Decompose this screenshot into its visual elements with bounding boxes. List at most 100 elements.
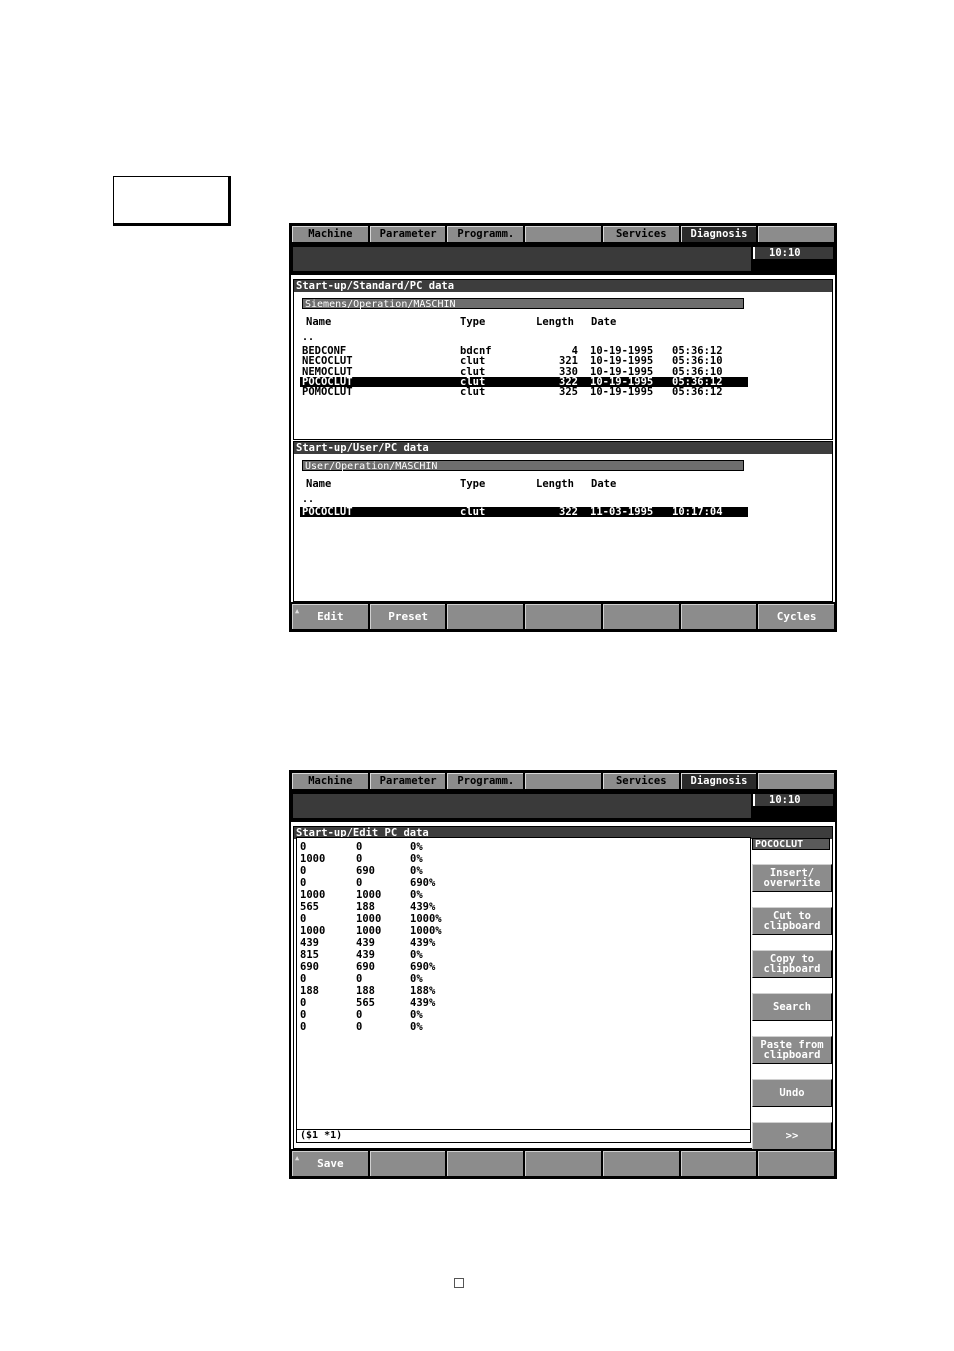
vkey-label-line: >> [785, 1130, 799, 1142]
file-row[interactable]: NECOCLUT clut 321 10-19-1995 05:36:10 [300, 355, 748, 368]
editor-value: 0 [300, 841, 307, 853]
tab-diagnosis[interactable]: Diagnosis [680, 773, 757, 789]
header-strip: 10:10 [291, 790, 835, 822]
main-menu: Machine Parameter Programm. Services Dia… [291, 772, 835, 790]
editor-value: 0 [356, 1009, 363, 1021]
header-strip: 10:10 [291, 243, 835, 275]
tab-machine[interactable]: Machine [292, 226, 368, 242]
file-time: 05:36:10 [672, 355, 723, 368]
cycles-button[interactable]: Cycles [758, 604, 835, 629]
editor-value: 439 [300, 937, 319, 949]
editor-value: 0% [410, 853, 423, 865]
softkey-5[interactable] [602, 1151, 679, 1176]
header-type: Type [460, 478, 486, 490]
file-name: NECOCLUT [302, 355, 353, 368]
save-button[interactable]: ▲ Save [292, 1151, 368, 1176]
tab-empty-1[interactable] [525, 226, 601, 242]
insert-overwrite-button[interactable]: Insert/overwrite [752, 864, 832, 892]
edit-screen: Machine Parameter Programm. Services Dia… [289, 770, 837, 1179]
softkey-2[interactable] [369, 1151, 446, 1176]
editor-value: 1000% [410, 925, 442, 937]
editor-value: 0% [410, 865, 423, 877]
header-name: Name [306, 478, 332, 490]
tab-diagnosis[interactable]: Diagnosis [680, 226, 757, 242]
tab-services[interactable]: Services [602, 773, 679, 789]
editor-value: 0 [300, 913, 307, 925]
editor-value: 0 [300, 865, 307, 877]
editor-value: 1000 [356, 913, 382, 925]
path-bar: Siemens/Operation/MASCHIN [302, 298, 744, 310]
undo-button[interactable]: Undo [752, 1079, 832, 1107]
cut-to-clipboard-button[interactable]: Cut to clipboard [752, 907, 832, 935]
user-pc-data-panel: Start-up/User/PC data User/Operation/MAS… [293, 441, 833, 602]
tab-machine[interactable]: Machine [292, 773, 368, 789]
horizontal-softkeys: ▲ Edit Preset Cycles [291, 602, 835, 630]
tab-parameter[interactable]: Parameter [369, 226, 446, 242]
edited-file-name: POCOCLUT [752, 838, 830, 850]
softkey-3[interactable] [447, 1151, 524, 1176]
search-button[interactable]: Search [752, 993, 832, 1021]
vkey-label-line: overwrite [763, 877, 821, 889]
message-area [293, 247, 751, 271]
header-length: Length [536, 478, 574, 490]
softkey-4[interactable] [525, 1151, 601, 1176]
preset-button[interactable]: Preset [369, 604, 446, 629]
header-date: Date [591, 316, 617, 328]
vkey-label-line: clipboard [763, 920, 821, 932]
editor-value: 1000 [356, 889, 382, 901]
file-name: POCOCLUT [302, 506, 353, 518]
file-type: clut [460, 506, 486, 518]
parent-dir[interactable]: .. [302, 332, 314, 343]
tab-services[interactable]: Services [602, 226, 679, 242]
parent-dir[interactable]: .. [302, 494, 314, 505]
editor-value: 0 [300, 1021, 307, 1033]
paste-from-clipboard-button[interactable]: Paste from clipboard [752, 1036, 832, 1064]
softkey-6[interactable] [680, 604, 757, 629]
editor-value: 690 [356, 961, 375, 973]
editor-value: 0% [410, 889, 423, 901]
editor-value: 0% [410, 973, 423, 985]
editor-value: 1000% [410, 913, 442, 925]
editor-value: 0 [300, 997, 307, 1009]
editor-value: 188% [410, 985, 436, 997]
edit-button[interactable]: ▲ Edit [292, 604, 368, 629]
file-row[interactable]: POCOCLUT clut 322 11-03-1995 10:17:04 [300, 507, 748, 517]
file-time: 10:17:04 [672, 506, 723, 518]
more-button[interactable]: >> [752, 1122, 832, 1150]
text-editor[interactable]: 0 0 0% 1000 0 0% 0 690 0% 0 0 690% 1000 1000 0% 565 188 4… [296, 837, 751, 1143]
editor-value: 690 [356, 865, 375, 877]
vkey-label-line: Undo [779, 1087, 805, 1099]
tab-program[interactable]: Programm. [447, 773, 524, 789]
editor-value: 0 [356, 877, 363, 889]
tab-empty-2[interactable] [758, 773, 835, 789]
editor-value: 0 [356, 1021, 363, 1033]
clock: 10:10 [753, 794, 833, 806]
editor-value: 439% [410, 901, 436, 913]
copy-to-clipboard-button[interactable]: Copy to clipboard [752, 950, 832, 978]
margin-note-box [113, 176, 231, 226]
clock: 10:10 [753, 247, 833, 259]
file-length: 325 [559, 386, 578, 399]
softkey-7[interactable] [758, 1151, 835, 1176]
file-length: 322 [559, 506, 578, 518]
file-list-screen: Machine Parameter Programm. Services Dia… [289, 223, 837, 632]
softkey-3[interactable] [447, 604, 524, 629]
editor-value: 0% [410, 1021, 423, 1033]
editor-value: 1000 [300, 925, 326, 937]
softkey-4[interactable] [525, 604, 601, 629]
file-row[interactable]: POMOCLUT clut 325 10-19-1995 05:36:12 [300, 386, 748, 399]
softkey-5[interactable] [602, 604, 679, 629]
editor-value: 0% [410, 841, 423, 853]
editor-value: 565 [300, 901, 319, 913]
tab-empty-2[interactable] [758, 226, 835, 242]
tab-program[interactable]: Programm. [447, 226, 524, 242]
tab-empty-1[interactable] [525, 773, 601, 789]
message-area [293, 794, 751, 818]
editor-value: 439% [410, 937, 436, 949]
file-date: 11-03-1995 [590, 506, 654, 518]
vkey-label-line: Search [773, 1001, 811, 1013]
editor-value: 439 [356, 937, 375, 949]
softkey-6[interactable] [680, 1151, 757, 1176]
editor-value: 188 [356, 985, 375, 997]
tab-parameter[interactable]: Parameter [369, 773, 446, 789]
